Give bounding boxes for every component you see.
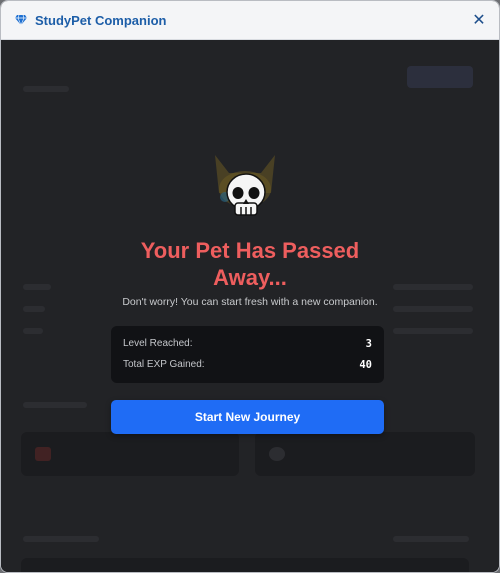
stat-row-exp: Total EXP Gained: 40 (123, 359, 372, 371)
start-new-journey-button[interactable]: Start New Journey (111, 400, 384, 434)
app-window: StudyPet Companion ✕ Your Pet Has Passed… (0, 0, 500, 573)
stat-value: 40 (359, 359, 372, 371)
death-subtitle: Don't worry! You can start fresh with a … (122, 296, 378, 308)
death-title-line-2: Away... (213, 265, 287, 290)
close-icon: ✕ (472, 12, 486, 29)
stat-label: Total EXP Gained: (123, 359, 205, 370)
diamond-icon (15, 13, 29, 27)
close-button[interactable]: ✕ (469, 10, 489, 30)
skull-icon (226, 173, 266, 216)
window-title: StudyPet Companion (35, 12, 167, 28)
title-bar: StudyPet Companion ✕ (1, 1, 499, 40)
stats-panel: Level Reached: 3 Total EXP Gained: 40 (111, 326, 384, 383)
stat-row-level: Level Reached: 3 (123, 338, 372, 350)
stat-label: Level Reached: (123, 338, 193, 349)
death-title-line-1: Your Pet Has Passed (140, 238, 360, 263)
stat-value: 3 (365, 338, 372, 350)
death-title: Your Pet Has Passed Away... (1, 237, 499, 291)
